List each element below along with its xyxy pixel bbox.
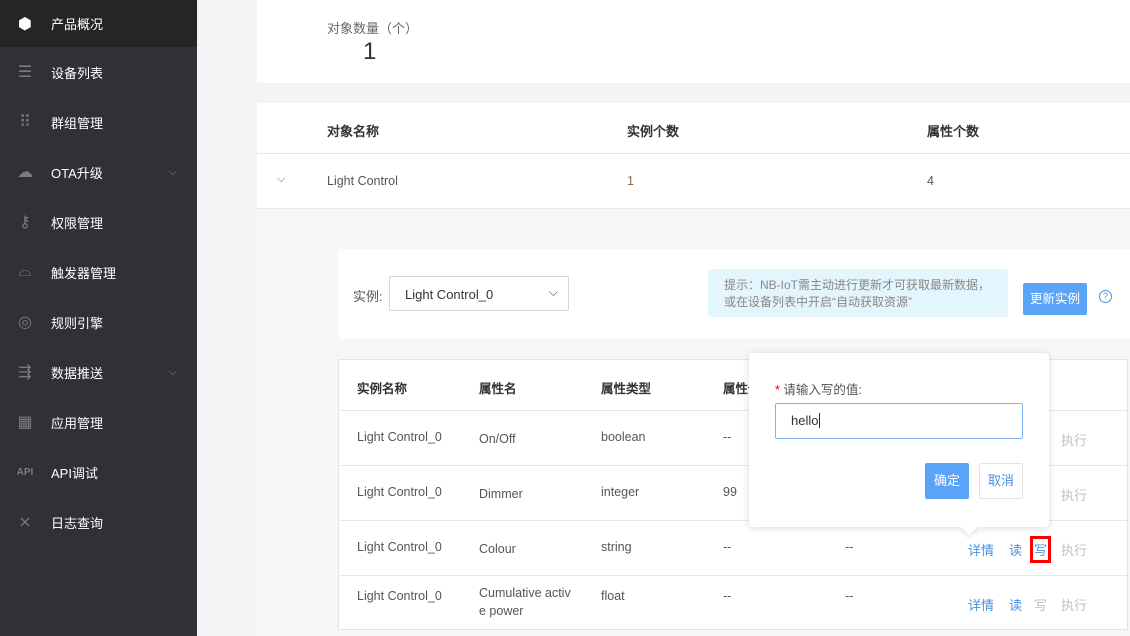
tip-box: 提示：NB-IoT需主动进行更新才可获取最新数据， 或在设备列表中开启“自动获取… bbox=[708, 269, 1008, 317]
sidebar-item-label: 权限管理 bbox=[51, 215, 104, 231]
execute-link[interactable]: 执行 bbox=[1061, 430, 1087, 449]
cell-type: float bbox=[601, 589, 625, 603]
cell-value: -- bbox=[723, 430, 732, 444]
sidebar-item[interactable]: API API调试 bbox=[0, 447, 197, 497]
cell-instance: Light Control_0 bbox=[357, 540, 442, 554]
sidebar-item-label: 设备列表 bbox=[51, 65, 104, 81]
cell-name: Cumulative active power bbox=[479, 586, 571, 618]
chevron-down-icon: ⌵ bbox=[548, 285, 558, 299]
table-row: Light Control_0 Colour string -- -- 详情读写执行 bbox=[339, 520, 1127, 575]
table-row: Light Control_0 Cumulative active power fl… bbox=[339, 575, 1127, 630]
summary-card: 对象数量（个） 1 bbox=[257, 0, 1130, 83]
list-icon: ☰ bbox=[17, 64, 33, 81]
write-popover: * 请输入写的值: hello 确定 取消 bbox=[749, 353, 1049, 536]
execute-link[interactable]: 执行 bbox=[1061, 485, 1087, 504]
sidebar-item-label: 群组管理 bbox=[51, 115, 104, 131]
instance-bar: 实例: Light Control_0 ⌵ 提示：NB-IoT需主动进行更新才可… bbox=[338, 249, 1130, 339]
write-link[interactable]: 写 bbox=[1029, 536, 1052, 563]
required-mark: * bbox=[775, 383, 780, 397]
write-link[interactable]: 写 bbox=[1034, 595, 1047, 614]
header-attribute-count: 属性个数 bbox=[927, 124, 980, 139]
sidebar-item[interactable]: ⨯ 日志查询 bbox=[0, 497, 197, 547]
cell-col5: -- bbox=[845, 589, 854, 603]
object-count-value: 1 bbox=[363, 38, 377, 65]
read-link[interactable]: 读 bbox=[1009, 595, 1022, 614]
sidebar-item[interactable]: ⌓ 触发器管理 bbox=[0, 247, 197, 297]
confirm-button[interactable]: 确定 bbox=[925, 463, 969, 499]
write-value-label: 请输入写的值: bbox=[783, 383, 862, 397]
sidebar-item-label: 数据推送 bbox=[51, 365, 104, 381]
sidebar-item[interactable]: ☁ OTA升级 ⌵ bbox=[0, 147, 197, 197]
tip-line: 提示：NB-IoT需主动进行更新才可获取最新数据， bbox=[724, 278, 991, 292]
sidebar-item-label: 产品概况 bbox=[51, 17, 104, 32]
cell-type: boolean bbox=[601, 430, 646, 444]
sidebar-item[interactable]: ⚷ 权限管理 bbox=[0, 197, 197, 247]
attr-header: 属性类型 bbox=[601, 382, 652, 396]
instance-count: 1 bbox=[627, 174, 634, 188]
tip-line: 或在设备列表中开启“自动获取资源” bbox=[724, 295, 912, 309]
details-link[interactable]: 详情 bbox=[968, 595, 994, 614]
write-value-input[interactable]: hello bbox=[775, 403, 1023, 439]
sidebar-item-label: OTA升级 bbox=[51, 165, 103, 181]
key-icon: ⚷ bbox=[19, 214, 31, 231]
object-name: Light Control bbox=[327, 174, 398, 188]
header-object-name: 对象名称 bbox=[327, 124, 380, 139]
cloud-up-icon: ☁ bbox=[17, 164, 33, 181]
cell-instance: Light Control_0 bbox=[357, 430, 442, 444]
write-value-text: hello bbox=[791, 413, 819, 428]
update-instance-button[interactable]: 更新实例 bbox=[1023, 283, 1087, 315]
help-icon[interactable]: ? bbox=[1099, 290, 1112, 303]
grid-dots-icon: ⠿ bbox=[19, 114, 31, 131]
cell-name: Colour bbox=[479, 542, 516, 556]
chevron-down-icon: ⌵ bbox=[168, 165, 177, 178]
sidebar-item[interactable]: ☰ 设备列表 bbox=[0, 47, 197, 97]
sidebar-item-label: 触发器管理 bbox=[51, 265, 117, 281]
instance-label: 实例: bbox=[353, 289, 383, 304]
apps-icon: ▦ bbox=[17, 414, 33, 431]
sidebar-item-label: API调试 bbox=[51, 465, 98, 481]
instance-select-value: Light Control_0 bbox=[405, 287, 494, 302]
sidebar-item-label: 日志查询 bbox=[51, 515, 104, 531]
details-link[interactable]: 详情 bbox=[968, 540, 994, 559]
cell-value: -- bbox=[723, 540, 732, 554]
target-icon: ◎ bbox=[18, 314, 32, 331]
cell-value: -- bbox=[723, 589, 732, 603]
collapse-chevron-icon[interactable]: ⌵ bbox=[277, 173, 285, 186]
sidebar-item[interactable]: ⠿ 群组管理 bbox=[0, 97, 197, 147]
trigger-icon: ⌓ bbox=[18, 263, 32, 280]
sidebar-item[interactable]: ▦ 应用管理 bbox=[0, 397, 197, 447]
cancel-button[interactable]: 取消 bbox=[979, 463, 1023, 499]
log-icon: ⨯ bbox=[18, 514, 32, 531]
sidebar-item[interactable]: ⬢ 产品概况 bbox=[0, 0, 197, 47]
attr-header: 属性名 bbox=[479, 382, 517, 396]
sidebar-item-label: 规则引擎 bbox=[51, 315, 104, 331]
read-link[interactable]: 读 bbox=[1009, 540, 1022, 559]
cell-value: 99 bbox=[723, 485, 737, 499]
sidebar: ⬢ 产品概况 ☰ 设备列表 ⠿ 群组管理 ☁ OTA升级 ⌵ ⚷ 权限管理 ⌓ 触发器管理 ◎ 规则引擎 ⇶ 数… bbox=[0, 0, 197, 636]
cell-col5: -- bbox=[845, 540, 854, 554]
cell-name: On/Off bbox=[479, 432, 516, 446]
cell-name: Dimmer bbox=[479, 487, 523, 501]
sidebar-item-label: 应用管理 bbox=[51, 415, 104, 431]
attr-header: 实例名称 bbox=[357, 382, 408, 396]
sidebar-item[interactable]: ◎ 规则引擎 bbox=[0, 297, 197, 347]
sidebar-item[interactable]: ⇶ 数据推送 ⌵ bbox=[0, 347, 197, 397]
execute-link[interactable]: 执行 bbox=[1061, 595, 1087, 614]
cube-icon: ⬢ bbox=[18, 15, 32, 33]
header-instance-count: 实例个数 bbox=[627, 124, 680, 139]
push-icon: ⇶ bbox=[18, 364, 32, 381]
execute-link[interactable]: 执行 bbox=[1061, 540, 1087, 559]
cell-instance: Light Control_0 bbox=[357, 485, 442, 499]
cell-type: integer bbox=[601, 485, 640, 499]
cell-instance: Light Control_0 bbox=[357, 589, 442, 603]
api-icon: API bbox=[16, 466, 34, 478]
attribute-count: 4 bbox=[927, 174, 934, 188]
instance-select[interactable]: Light Control_0 ⌵ bbox=[389, 276, 569, 311]
chevron-down-icon: ⌵ bbox=[168, 365, 177, 378]
object-count-label: 对象数量（个） bbox=[327, 21, 419, 36]
cell-type: string bbox=[601, 540, 632, 554]
